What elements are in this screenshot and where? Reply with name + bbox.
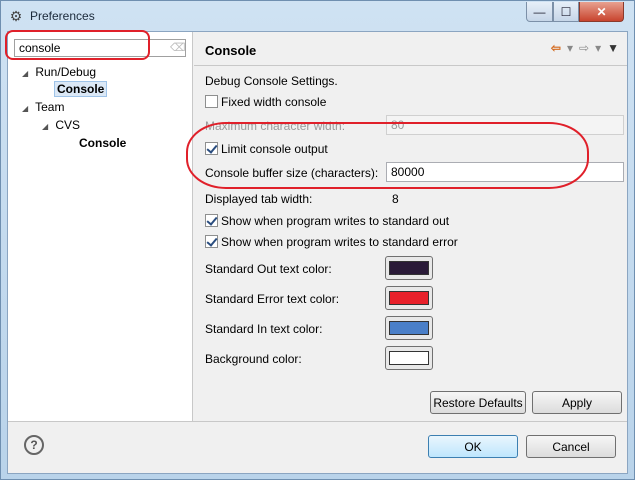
tree-item-run-debug-console[interactable]: Console [54, 81, 108, 98]
page-title: Console [205, 43, 257, 58]
tree-expanded-icon[interactable]: ◢ [22, 100, 32, 117]
section-label: Debug Console Settings. [205, 74, 338, 88]
std-in-color-button[interactable] [385, 316, 433, 340]
std-out-color-swatch [389, 261, 429, 275]
fixed-width-label: Fixed width console [221, 95, 327, 109]
std-err-color-swatch [389, 291, 429, 305]
forward-arrow-icon[interactable]: ⇨ [579, 41, 589, 55]
title-bar: ⚙ Preferences — ☐ ✕ [1, 1, 634, 31]
tree-item-label: Run/Debug [35, 65, 97, 79]
show-stdout-checkbox[interactable]: Show when program writes to standard out [205, 214, 449, 228]
max-char-width-field[interactable]: 80 [386, 115, 624, 135]
tree-expanded-icon[interactable]: ◢ [42, 118, 52, 135]
background-color-button[interactable] [385, 346, 433, 370]
limit-output-label: Limit console output [221, 142, 328, 156]
filter-input[interactable]: console ⌫ [14, 39, 186, 57]
preference-navigation-panel: console ⌫ ◢ Run/Debug Console ◢ Team ◢ C… [8, 32, 193, 421]
background-color-swatch [389, 351, 429, 365]
show-stderr-checkbox[interactable]: Show when program writes to standard err… [205, 235, 458, 249]
tree-item-cvs-console[interactable]: Console [79, 135, 126, 152]
restore-defaults-button[interactable]: Restore Defaults [430, 391, 526, 414]
tree-item-label: Team [35, 100, 65, 114]
eclipse-gear-icon: ⚙ [9, 7, 23, 24]
back-menu-chevron-icon[interactable]: ▾ [567, 41, 573, 55]
dialog-client-area: console ⌫ ◢ Run/Debug Console ◢ Team ◢ C… [7, 31, 628, 474]
filter-input-text: console [19, 41, 61, 55]
background-color-label: Background color: [205, 352, 302, 366]
show-stdout-label: Show when program writes to standard out [221, 214, 450, 228]
history-navigation: ⇦ ▾ ⇨ ▾ ▼ [551, 41, 619, 55]
preferences-window: ⚙ Preferences — ☐ ✕ console ⌫ ◢ Run/Debu… [0, 0, 635, 480]
clear-filter-icon[interactable]: ⌫ [170, 42, 186, 54]
tree-expanded-icon[interactable]: ◢ [22, 65, 32, 82]
tree-item-label: Console [79, 136, 127, 150]
tree-item-label: CVS [55, 118, 81, 132]
tree-item-run-debug[interactable]: ◢ Run/Debug [22, 64, 96, 81]
window-title: Preferences [30, 9, 95, 23]
checkbox-checked-icon[interactable] [205, 214, 218, 227]
cancel-button[interactable]: Cancel [526, 435, 616, 458]
limit-output-checkbox[interactable]: Limit console output [205, 142, 328, 156]
buffer-size-label: Console buffer size (characters): [205, 166, 379, 180]
tree-item-label: Console [54, 81, 108, 97]
checkbox-unchecked-icon[interactable] [205, 95, 218, 108]
checkbox-checked-icon[interactable] [205, 235, 218, 248]
tab-width-value[interactable]: 8 [392, 192, 399, 206]
close-button[interactable]: ✕ [579, 2, 624, 22]
footer-divider [8, 421, 627, 422]
maximize-button[interactable]: ☐ [553, 2, 579, 22]
preference-page: Console ⇦ ▾ ⇨ ▾ ▼ Debug Console Settings… [194, 32, 627, 421]
tree-item-cvs[interactable]: ◢ CVS [42, 117, 80, 134]
std-err-color-label: Standard Error text color: [205, 292, 340, 306]
forward-menu-chevron-icon[interactable]: ▾ [595, 41, 601, 55]
back-arrow-icon[interactable]: ⇦ [551, 41, 561, 55]
show-stderr-label: Show when program writes to standard err… [221, 235, 458, 249]
header-divider [194, 65, 627, 66]
tree-item-team[interactable]: ◢ Team [22, 99, 64, 116]
apply-button[interactable]: Apply [532, 391, 622, 414]
std-in-color-swatch [389, 321, 429, 335]
tab-width-label: Displayed tab width: [205, 192, 313, 206]
std-in-color-label: Standard In text color: [205, 322, 323, 336]
minimize-button[interactable]: — [526, 2, 553, 22]
std-out-color-button[interactable] [385, 256, 433, 280]
buffer-size-field[interactable]: 80000 [386, 162, 624, 182]
fixed-width-checkbox[interactable]: Fixed width console [205, 95, 326, 109]
help-icon[interactable]: ? [24, 435, 44, 455]
std-out-color-label: Standard Out text color: [205, 262, 332, 276]
max-char-width-label: Maximum character width: [205, 119, 346, 133]
std-err-color-button[interactable] [385, 286, 433, 310]
ok-button[interactable]: OK [428, 435, 518, 458]
view-menu-icon[interactable]: ▼ [607, 41, 619, 55]
checkbox-checked-icon[interactable] [205, 142, 218, 155]
